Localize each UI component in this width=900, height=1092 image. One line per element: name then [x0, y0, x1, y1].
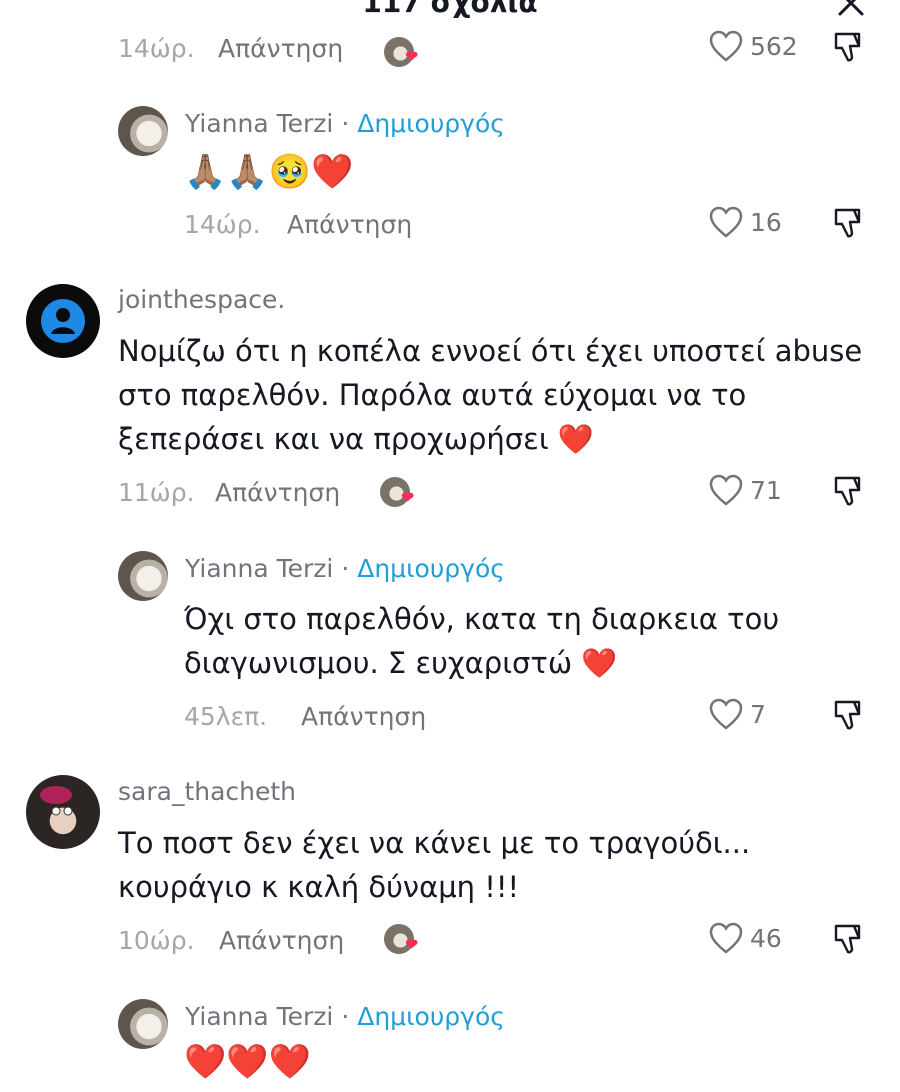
reply-button[interactable]: Απάντηση — [219, 926, 344, 955]
heart-outline-icon — [709, 698, 743, 730]
comment-username[interactable]: jointhespace. — [118, 285, 285, 314]
like-count: 16 — [750, 207, 782, 237]
username-text[interactable]: Yianna Terzi — [185, 1002, 333, 1031]
comment-username[interactable]: Yianna Terzi · Δημιουργός — [185, 554, 505, 583]
separator: · — [341, 554, 350, 583]
avatar[interactable] — [118, 551, 168, 601]
reply-button[interactable]: Απάντηση — [301, 702, 426, 731]
comment-text-line: Νομίζω ότι η κοπέλα εννοεί ότι έχει υποσ… — [118, 334, 863, 368]
creator-badge: Δημιουργός — [357, 109, 505, 138]
heart-outline-icon — [709, 474, 743, 506]
profile-silhouette-icon — [41, 299, 85, 343]
reply-button[interactable]: Απάντηση — [215, 478, 340, 507]
comment-time: 14ώρ. — [118, 34, 195, 63]
comment-text-line: Το ποστ δεν έχει να κάνει με το τραγούδι… — [118, 826, 751, 860]
like-button[interactable]: 7 — [708, 698, 766, 730]
comment-text-line: κουράγιο κ καλή δύναμη !!! — [118, 870, 520, 904]
separator: · — [341, 1002, 350, 1031]
creator-liked-heart-icon: ❤ — [405, 935, 419, 954]
like-button[interactable]: 71 — [708, 474, 782, 506]
heart-outline-icon — [709, 30, 743, 62]
avatar-photo — [40, 786, 73, 816]
dislike-icon[interactable] — [832, 922, 866, 956]
comment-username[interactable]: Yianna Terzi · Δημιουργός — [185, 1002, 505, 1031]
like-button[interactable]: 16 — [708, 206, 782, 238]
comment-time: 10ώρ. — [118, 926, 195, 955]
reply-button[interactable]: Απάντηση — [287, 210, 412, 239]
like-button[interactable]: 46 — [708, 922, 782, 954]
comment-text-line: στο παρελθόν. Παρόλα αυτά εύχομαι να το — [118, 378, 747, 412]
avatar[interactable] — [26, 284, 100, 358]
reply-button[interactable]: Απάντηση — [218, 34, 343, 63]
creator-badge: Δημιουργός — [357, 554, 505, 583]
creator-liked-heart-icon: ❤ — [401, 488, 415, 507]
creator-liked-heart-icon: ❤ — [405, 47, 419, 66]
like-count: 71 — [750, 475, 782, 505]
comment-time: 14ώρ. — [184, 210, 261, 239]
avatar[interactable] — [118, 106, 168, 156]
comment-text-line: ξεπεράσει και να προχωρήσει ❤️ — [118, 422, 594, 456]
dislike-icon[interactable] — [832, 30, 866, 64]
comment-text-line: διαγωνισμου. Σ ευχαριστώ ❤️ — [184, 646, 618, 680]
comment-text-line: Όχι στο παρελθόν, κατα τη διαρκεια του — [184, 602, 780, 636]
dislike-icon[interactable] — [832, 206, 866, 240]
creator-badge: Δημιουργός — [357, 1002, 505, 1031]
username-text[interactable]: Yianna Terzi — [185, 554, 333, 583]
comment-text: 🙏🏽🙏🏽🥹❤️ — [184, 152, 354, 192]
like-count: 7 — [750, 699, 766, 729]
dislike-icon[interactable] — [832, 474, 866, 508]
username-text[interactable]: Yianna Terzi — [185, 109, 333, 138]
like-button[interactable]: 562 — [708, 30, 798, 62]
comment-username[interactable]: Yianna Terzi · Δημιουργός — [185, 109, 505, 138]
like-count: 46 — [750, 923, 782, 953]
comment-username[interactable]: sara_thacheth — [118, 777, 296, 806]
avatar[interactable] — [118, 999, 168, 1049]
separator: · — [341, 109, 350, 138]
dislike-icon[interactable] — [832, 698, 866, 732]
heart-outline-icon — [709, 922, 743, 954]
comment-time: 11ώρ. — [118, 478, 195, 507]
comment-time: 45λεπ. — [184, 702, 268, 731]
comments-count-title: 117 σχόλια — [362, 0, 538, 19]
close-icon[interactable] — [836, 0, 866, 18]
avatar[interactable] — [26, 775, 100, 849]
like-count: 562 — [750, 31, 798, 61]
comment-text: ❤️❤️❤️ — [184, 1042, 312, 1082]
heart-outline-icon — [709, 206, 743, 238]
